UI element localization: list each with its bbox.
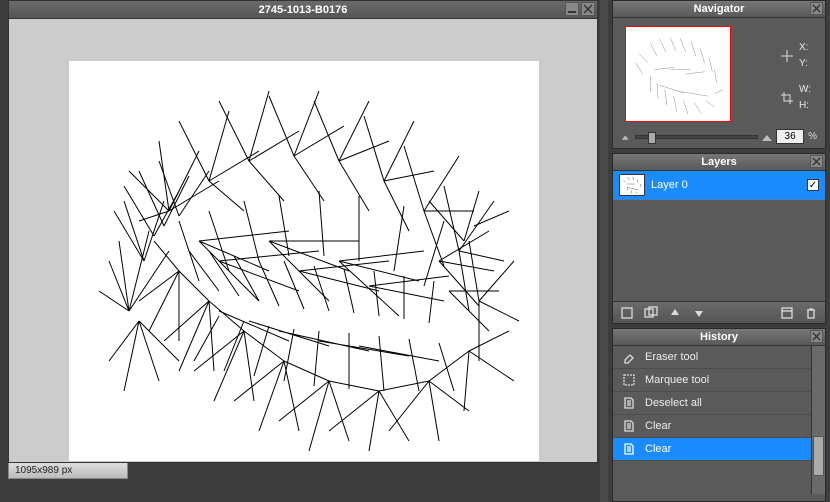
status-bar: 1095x989 px	[8, 463, 128, 479]
layer-settings-button[interactable]	[779, 305, 795, 321]
zoom-in-icon[interactable]	[762, 132, 772, 142]
history-item[interactable]: Eraser tool	[613, 346, 811, 369]
canvas[interactable]	[69, 61, 539, 461]
document-title: 2745-1013-B0176	[259, 4, 348, 16]
zoom-slider[interactable]	[635, 135, 758, 139]
eraser-icon	[621, 350, 637, 364]
layer-down-button[interactable]	[691, 305, 707, 321]
minimize-button[interactable]	[565, 2, 579, 16]
zoom-input[interactable]	[776, 129, 804, 144]
page-icon	[621, 396, 637, 410]
canvas-artwork	[69, 61, 539, 461]
history-item[interactable]: Clear	[613, 415, 811, 438]
document-window: 2745-1013-B0176	[8, 0, 598, 480]
layer-list[interactable]: Layer 0 ✓	[613, 171, 825, 301]
layer-name: Layer 0	[651, 179, 801, 191]
crosshair-icon	[781, 50, 793, 62]
layers-toolbar	[613, 301, 825, 323]
page-icon	[621, 419, 637, 433]
document-titlebar[interactable]: 2745-1013-B0176	[8, 0, 598, 18]
page-icon	[621, 442, 637, 456]
history-item[interactable]: Clear	[613, 438, 811, 461]
close-icon[interactable]	[810, 2, 823, 15]
zoom-unit: %	[808, 131, 817, 142]
navigator-thumbnail[interactable]	[625, 26, 731, 122]
duplicate-layer-button[interactable]	[643, 305, 659, 321]
navigator-panel: Navigator X:Y: W:H:	[612, 0, 826, 149]
scrollbar-thumb[interactable]	[813, 436, 824, 476]
close-icon[interactable]	[810, 330, 823, 343]
close-icon[interactable]	[810, 155, 823, 168]
navigator-title[interactable]: Navigator	[613, 1, 825, 18]
history-panel: History Eraser tool Marquee tool Deselect …	[612, 328, 826, 502]
history-item-label: Marquee tool	[645, 374, 709, 386]
history-item[interactable]: Deselect all	[613, 392, 811, 415]
side-panels: Navigator X:Y: W:H:	[608, 0, 830, 502]
workspace: 2745-1013-B0176	[0, 0, 600, 502]
history-item-label: Eraser tool	[645, 351, 698, 363]
history-item-label: Clear	[645, 443, 671, 455]
layer-up-button[interactable]	[667, 305, 683, 321]
zoom-controls: %	[621, 129, 817, 144]
layers-title[interactable]: Layers	[613, 154, 825, 171]
navigator-readout: X:Y: W:H:	[781, 40, 811, 124]
history-scrollbar[interactable]	[811, 346, 825, 494]
layer-thumbnail	[619, 174, 645, 196]
history-item-label: Clear	[645, 420, 671, 432]
layers-panel: Layers Layer 0 ✓	[612, 153, 826, 324]
layer-visibility-checkbox[interactable]: ✓	[807, 179, 819, 191]
document-viewport[interactable]	[8, 18, 598, 463]
crop-icon	[781, 92, 793, 104]
close-button[interactable]	[581, 2, 595, 16]
history-item-label: Deselect all	[645, 397, 702, 409]
history-title[interactable]: History	[613, 329, 825, 346]
canvas-dimensions: 1095x989 px	[15, 465, 72, 476]
zoom-out-icon[interactable]	[621, 132, 631, 142]
history-item[interactable]: Marquee tool	[613, 369, 811, 392]
history-list[interactable]: Eraser tool Marquee tool Deselect all Clear…	[613, 346, 811, 494]
new-layer-button[interactable]	[619, 305, 635, 321]
marquee-icon	[621, 373, 637, 387]
layer-row[interactable]: Layer 0 ✓	[613, 171, 825, 200]
zoom-slider-knob[interactable]	[648, 132, 656, 144]
delete-layer-button[interactable]	[803, 305, 819, 321]
